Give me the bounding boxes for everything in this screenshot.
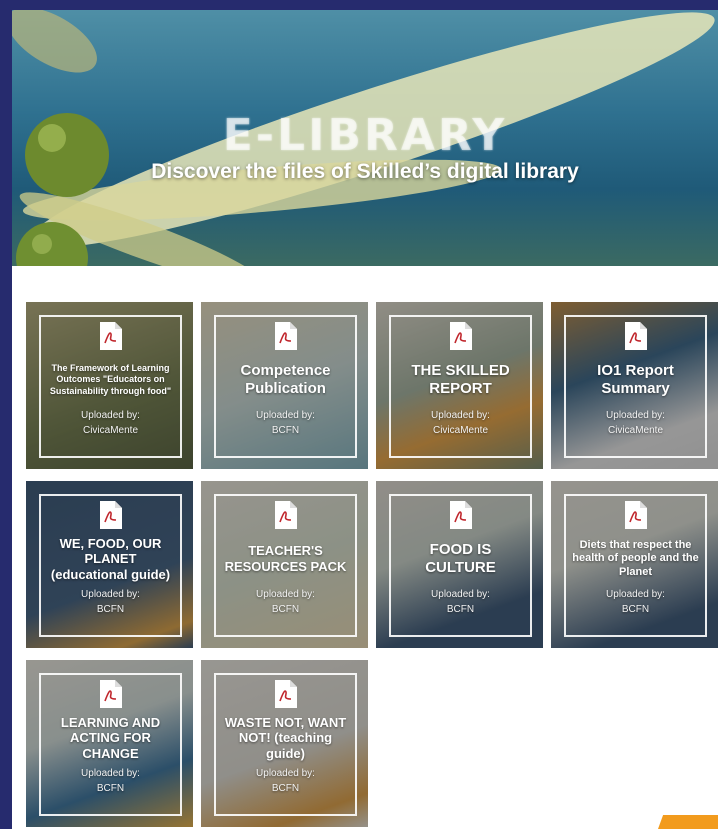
file-card-content: TEACHER'S RESOURCES PACK Uploaded by: BC… (214, 494, 357, 637)
uploader-name: CivicaMente (82, 424, 139, 436)
file-card-content: IO1 Report Summary Uploaded by: CivicaMe… (564, 315, 707, 458)
pdf-icon (449, 501, 472, 529)
file-grid: The Framework of Learning Outcomes "Educ… (26, 302, 718, 829)
uploaded-by-label: Uploaded by: (256, 768, 315, 779)
file-card[interactable]: Competence Publication Uploaded by: BCFN (201, 302, 368, 469)
pdf-icon (449, 322, 472, 350)
uploaded-by-label: Uploaded by: (81, 589, 140, 600)
uploaded-by-label: Uploaded by: (81, 410, 140, 421)
file-card[interactable]: The Framework of Learning Outcomes "Educ… (26, 302, 193, 469)
pdf-icon (274, 680, 297, 708)
file-card-content: The Framework of Learning Outcomes "Educ… (39, 315, 182, 458)
pdf-icon (99, 501, 122, 529)
pdf-icon (274, 322, 297, 350)
file-title: LEARNING AND ACTING FOR CHANGE (60, 714, 161, 761)
uploaded-by-label: Uploaded by: (256, 410, 315, 421)
file-card[interactable]: LEARNING AND ACTING FOR CHANGE Uploaded … (26, 660, 193, 827)
pdf-icon (99, 322, 122, 350)
uploaded-by-label: Uploaded by: (431, 410, 490, 421)
uploader-name: BCFN (271, 424, 300, 436)
page-frame: E-LIBRARY Discover the files of Skilled’… (12, 10, 718, 829)
file-title: THE SKILLED REPORT (411, 362, 510, 397)
file-card-content: Diets that respect the health of people … (564, 494, 707, 637)
uploaded-by-label: Uploaded by: (256, 589, 315, 600)
file-card[interactable]: FOOD IS CULTURE Uploaded by: BCFN (376, 481, 543, 648)
file-card-content: WASTE NOT, WANT NOT! (teaching guide) Up… (214, 673, 357, 816)
page-subtitle: Discover the files of Skilled’s digital … (151, 160, 579, 183)
accent-tab (658, 815, 718, 829)
file-title: WE, FOOD, OUR PLANET (educational guide) (50, 535, 171, 582)
uploader-name: BCFN (271, 603, 300, 615)
file-card[interactable]: TEACHER'S RESOURCES PACK Uploaded by: BC… (201, 481, 368, 648)
uploader-name: BCFN (96, 603, 125, 615)
file-title: FOOD IS CULTURE (425, 541, 496, 576)
pdf-icon (624, 501, 647, 529)
file-title: WASTE NOT, WANT NOT! (teaching guide) (224, 714, 347, 761)
uploaded-by-label: Uploaded by: (606, 410, 665, 421)
uploader-name: BCFN (446, 603, 475, 615)
file-card[interactable]: WASTE NOT, WANT NOT! (teaching guide) Up… (201, 660, 368, 827)
file-card-content: WE, FOOD, OUR PLANET (educational guide)… (39, 494, 182, 637)
file-card-content: THE SKILLED REPORT Uploaded by: CivicaMe… (389, 315, 532, 458)
file-card[interactable]: WE, FOOD, OUR PLANET (educational guide)… (26, 481, 193, 648)
pdf-icon (99, 680, 122, 708)
pdf-icon (624, 322, 647, 350)
uploader-name: CivicaMente (607, 424, 664, 436)
file-title: IO1 Report Summary (597, 362, 674, 397)
file-title: TEACHER'S RESOURCES PACK (224, 543, 347, 574)
file-title: Diets that respect the health of people … (572, 539, 699, 578)
page-title: E-LIBRARY (222, 110, 508, 161)
file-card-content: FOOD IS CULTURE Uploaded by: BCFN (389, 494, 532, 637)
file-card-content: LEARNING AND ACTING FOR CHANGE Uploaded … (39, 673, 182, 816)
uploaded-by-label: Uploaded by: (606, 589, 665, 600)
file-card[interactable]: IO1 Report Summary Uploaded by: CivicaMe… (551, 302, 718, 469)
file-title: Competence Publication (240, 362, 331, 397)
file-title: The Framework of Learning Outcomes "Educ… (49, 363, 172, 396)
hero-banner: E-LIBRARY Discover the files of Skilled’… (12, 10, 718, 266)
uploaded-by-label: Uploaded by: (431, 589, 490, 600)
file-card[interactable]: THE SKILLED REPORT Uploaded by: CivicaMe… (376, 302, 543, 469)
pdf-icon (274, 501, 297, 529)
uploader-name: BCFN (621, 603, 650, 615)
file-card-content: Competence Publication Uploaded by: BCFN (214, 315, 357, 458)
uploader-name: CivicaMente (432, 424, 489, 436)
uploaded-by-label: Uploaded by: (81, 768, 140, 779)
file-card[interactable]: Diets that respect the health of people … (551, 481, 718, 648)
uploader-name: BCFN (271, 782, 300, 794)
uploader-name: BCFN (96, 782, 125, 794)
